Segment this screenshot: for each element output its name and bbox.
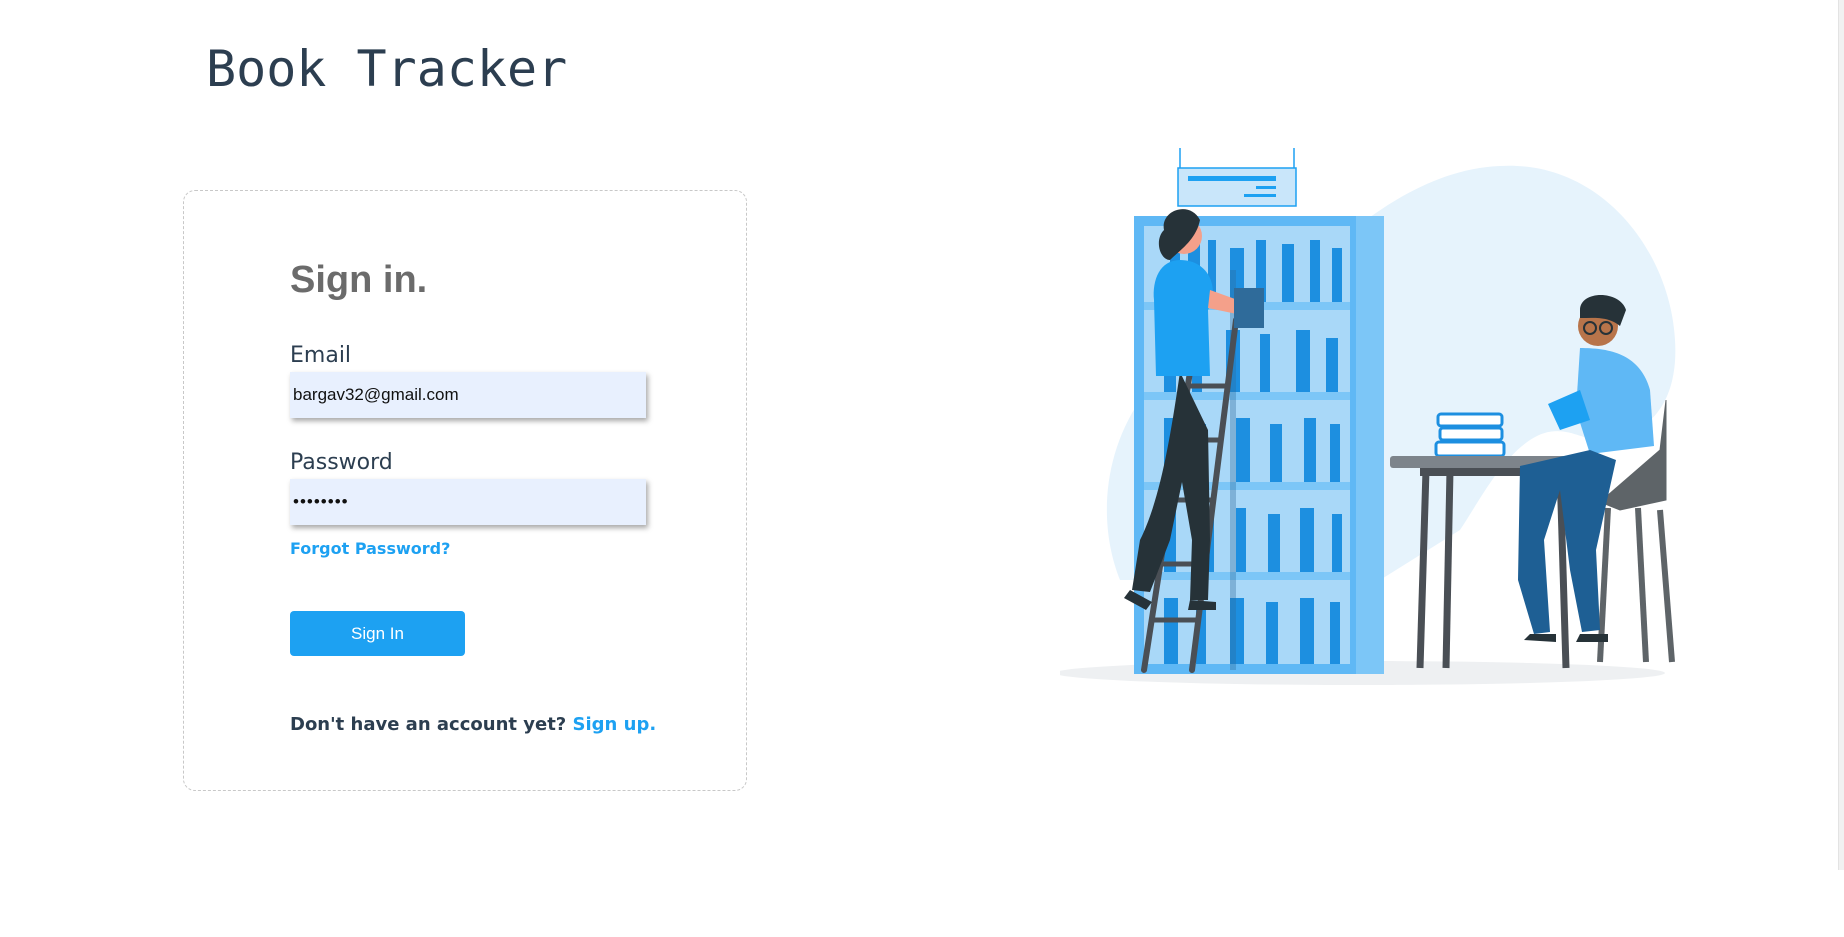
- app-title: Book Tracker: [206, 40, 568, 98]
- signup-prompt-line: Don't have an account yet? Sign up.: [290, 714, 656, 735]
- signup-prompt: Don't have an account yet?: [290, 714, 567, 735]
- signin-card: Sign in. Email Password Forgot Password?…: [183, 190, 747, 791]
- email-label: Email: [290, 343, 352, 368]
- signup-link[interactable]: Sign up.: [573, 714, 657, 735]
- library-illustration: [1060, 148, 1676, 685]
- password-field[interactable]: [290, 479, 646, 525]
- signin-button[interactable]: Sign In: [290, 611, 465, 656]
- book-stack: [1434, 412, 1506, 458]
- forgot-password-link[interactable]: Forgot Password?: [290, 539, 450, 558]
- email-field[interactable]: [290, 372, 646, 418]
- signin-heading: Sign in.: [290, 259, 428, 301]
- scrollbar[interactable]: [1838, 0, 1844, 870]
- password-label: Password: [290, 450, 393, 475]
- hanging-sign: [1177, 148, 1297, 207]
